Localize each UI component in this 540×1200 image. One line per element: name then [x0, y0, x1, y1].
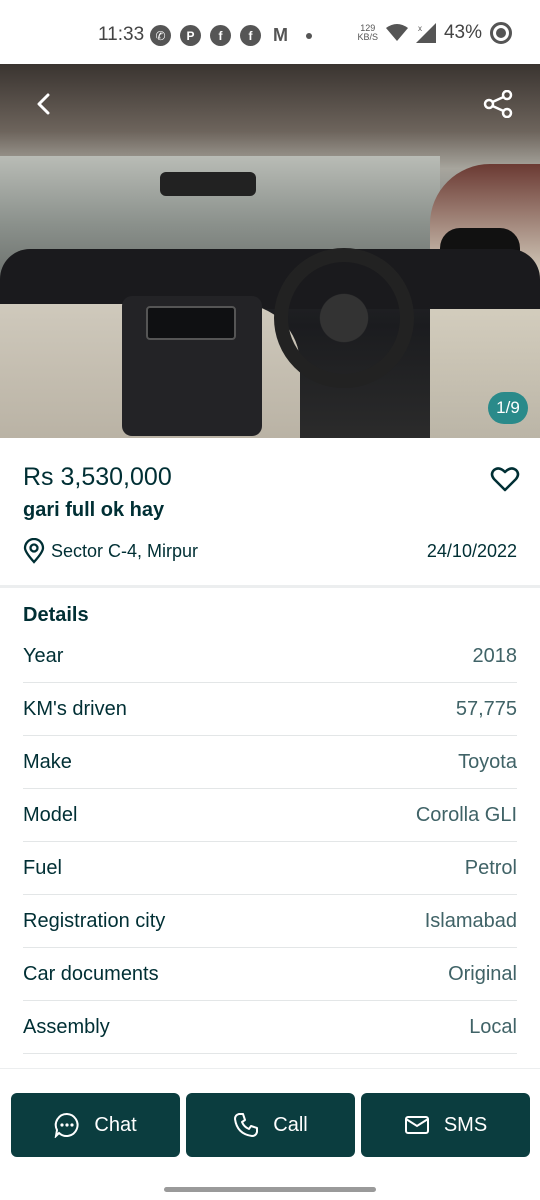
- status-bar: 11:33 ✆ P f f M 129 KB/S x 43%: [0, 0, 540, 64]
- detail-value: Petrol: [464, 856, 517, 879]
- call-label: Call: [273, 1113, 308, 1136]
- signal-icon: x: [415, 23, 436, 43]
- detail-row-car-documents: Car documents Original: [23, 948, 517, 1001]
- detail-row-assembly: Assembly Local: [23, 1001, 517, 1054]
- wifi-icon: [385, 24, 408, 41]
- status-right: 129 KB/S x 43%: [357, 22, 512, 44]
- notification-icons: ✆ P f f M: [150, 25, 312, 46]
- detail-value: 2018: [472, 644, 518, 667]
- heart-outline-icon: [490, 467, 520, 492]
- listing-title: gari full ok hay: [23, 499, 165, 521]
- details-heading: Details: [23, 604, 89, 626]
- detail-row-model: Model Corolla GLI: [23, 789, 517, 842]
- contact-actions: Chat Call SMS: [11, 1093, 530, 1157]
- section-divider: [0, 585, 540, 588]
- detail-label: Assembly: [23, 1015, 110, 1038]
- battery-level: 43%: [443, 22, 482, 43]
- battery-icon: [490, 22, 512, 44]
- detail-label: Year: [23, 644, 64, 667]
- detail-label: Model: [23, 803, 78, 826]
- image-counter: 1/9: [488, 392, 528, 424]
- status-time: 11:33: [98, 24, 145, 45]
- svg-text:x: x: [418, 24, 422, 33]
- favorite-button[interactable]: [490, 464, 520, 494]
- detail-row-year: Year 2018: [23, 630, 517, 683]
- details-list: Year 2018 KM's driven 57,775 Make Toyota…: [23, 630, 517, 1054]
- detail-value: Corolla GLI: [415, 803, 517, 826]
- facebook-icon: f: [210, 25, 231, 46]
- detail-value: 57,775: [455, 697, 517, 720]
- facebook-icon: f: [240, 25, 261, 46]
- photo-steering-wheel: [274, 248, 414, 388]
- listing-price: Rs 3,530,000: [23, 463, 172, 491]
- chevron-left-icon: [37, 93, 50, 115]
- envelope-icon: [404, 1116, 429, 1134]
- detail-value: Islamabad: [424, 909, 517, 932]
- detail-label: Make: [23, 750, 72, 773]
- detail-value: Original: [448, 962, 517, 985]
- sms-button[interactable]: SMS: [361, 1093, 530, 1157]
- image-gallery[interactable]: 1/9: [0, 64, 540, 438]
- detail-row-registration-city: Registration city Islamabad: [23, 895, 517, 948]
- detail-value: Toyota: [458, 750, 517, 773]
- detail-row-fuel: Fuel Petrol: [23, 842, 517, 895]
- share-button[interactable]: [476, 82, 520, 126]
- more-notifications-dot: [306, 32, 312, 39]
- photo-mirror: [160, 172, 256, 196]
- gmail-icon: M: [273, 25, 288, 45]
- listing-date: 24/10/2022: [426, 541, 517, 561]
- location-text: Sector C-4, Mirpur: [51, 540, 199, 561]
- home-indicator[interactable]: [164, 1187, 376, 1192]
- photo-screen: [146, 306, 236, 340]
- chat-button[interactable]: Chat: [11, 1093, 180, 1157]
- detail-row-make: Make Toyota: [23, 736, 517, 789]
- share-icon: [483, 90, 513, 118]
- detail-row-km: KM's driven 57,775: [23, 683, 517, 736]
- detail-value: Local: [469, 1015, 517, 1038]
- back-button[interactable]: [22, 82, 66, 126]
- chat-bubble-icon: [55, 1112, 79, 1138]
- detail-label: KM's driven: [23, 697, 127, 720]
- bottom-action-bar: Chat Call SMS: [0, 1068, 540, 1200]
- phone-icon: [234, 1113, 259, 1137]
- detail-label: Car documents: [23, 962, 159, 985]
- detail-label: Fuel: [23, 856, 62, 879]
- detail-label: Registration city: [23, 909, 166, 932]
- call-button[interactable]: Call: [186, 1093, 355, 1157]
- listing-location: Sector C-4, Mirpur: [23, 538, 198, 564]
- net-speed: 129 KB/S: [357, 23, 378, 42]
- chat-label: Chat: [94, 1113, 137, 1136]
- sms-label: SMS: [443, 1113, 488, 1136]
- app-icon: P: [180, 25, 201, 46]
- whatsapp-icon: ✆: [150, 25, 171, 46]
- photo-dashboard: [0, 249, 540, 309]
- location-pin-icon: [23, 538, 45, 564]
